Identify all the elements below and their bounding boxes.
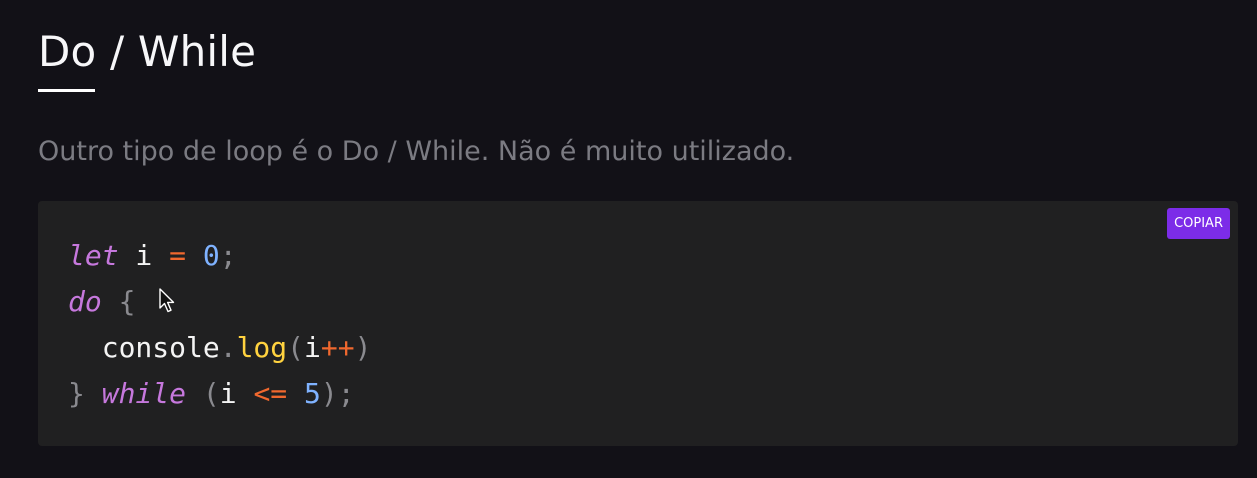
code-token: ) bbox=[354, 331, 372, 364]
code-token: ++ bbox=[320, 331, 355, 364]
code-token: = bbox=[169, 239, 187, 272]
code-line: let i = 0; bbox=[68, 233, 371, 279]
code-block: COPIAR let i = 0; do { console.log(i++)} … bbox=[38, 201, 1238, 446]
code-token: ; bbox=[219, 239, 237, 272]
code-token: log bbox=[236, 331, 288, 364]
code-token: i bbox=[304, 331, 321, 364]
code-line: do { bbox=[68, 279, 371, 325]
code-token: 0 bbox=[202, 239, 220, 272]
code-token: let bbox=[68, 239, 119, 272]
code-token: ) bbox=[320, 377, 338, 410]
code-token: . bbox=[219, 331, 237, 364]
code-token: ; bbox=[337, 377, 355, 410]
mouse-pointer-icon bbox=[159, 288, 175, 313]
code-token: 5 bbox=[304, 377, 321, 410]
section-title: Do / While bbox=[38, 27, 257, 76]
code-token: <= bbox=[253, 377, 288, 410]
code-token: while bbox=[101, 377, 187, 410]
code-token: ( bbox=[287, 331, 305, 364]
code-token: i bbox=[219, 377, 254, 410]
section-description: Outro tipo de loop é o Do / While. Não é… bbox=[38, 136, 795, 167]
code-token: } bbox=[68, 377, 85, 410]
code-line: } while (i <= 5); bbox=[68, 371, 371, 417]
code-token: i bbox=[118, 239, 170, 272]
title-underline bbox=[38, 89, 95, 92]
code-token: do bbox=[68, 285, 102, 318]
code-token: console bbox=[68, 331, 220, 364]
code-content: let i = 0; do { console.log(i++)} while (… bbox=[68, 233, 371, 417]
copy-code-button[interactable]: COPIAR bbox=[1167, 208, 1230, 239]
code-line: console.log(i++) bbox=[68, 325, 372, 371]
code-token: { bbox=[118, 285, 136, 318]
code-token: ( bbox=[202, 377, 220, 410]
